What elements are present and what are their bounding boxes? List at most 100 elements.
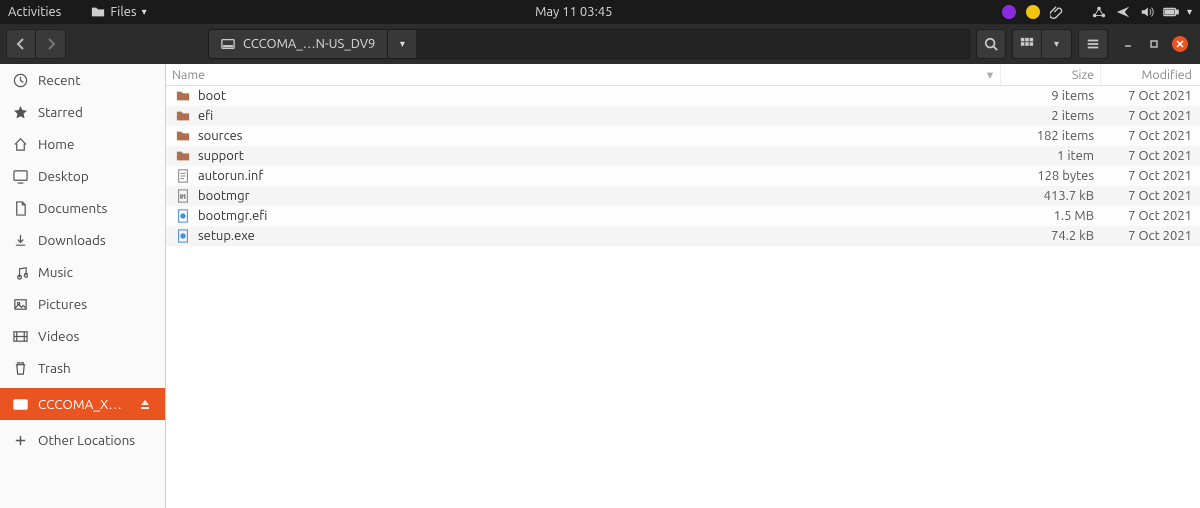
- sidebar-item-label: Other Locations: [38, 432, 153, 448]
- sort-indicator-icon[interactable]: ▾: [980, 67, 1000, 82]
- app-menu[interactable]: Files ▾: [91, 5, 146, 19]
- activities-button[interactable]: Activities: [8, 5, 61, 19]
- sidebar-item-trash[interactable]: Trash: [0, 352, 165, 384]
- file-row[interactable]: sources182 items7 Oct 2021: [166, 126, 1200, 146]
- file-size: 128 bytes: [1000, 169, 1100, 183]
- sidebar-item-label: Downloads: [38, 232, 153, 248]
- sidebar-item-other-locations[interactable]: Other Locations: [0, 424, 165, 456]
- file-modified: 7 Oct 2021: [1100, 149, 1200, 163]
- sidebar-item-mount[interactable]: CCCOMA_X6…: [0, 388, 165, 420]
- file-size: 9 items: [1000, 89, 1100, 103]
- sidebar-item-label: Home: [38, 136, 153, 152]
- sidebar-item-pictures[interactable]: Pictures: [0, 288, 165, 320]
- sidebar-item-label: Documents: [38, 200, 153, 216]
- file-modified: 7 Oct 2021: [1100, 229, 1200, 243]
- close-button[interactable]: [1172, 36, 1188, 52]
- file-modified: 7 Oct 2021: [1100, 169, 1200, 183]
- file-type-icon: [176, 229, 192, 243]
- gnome-top-panel: Activities Files ▾ May 11 03:45 ▾: [0, 0, 1200, 24]
- forward-button[interactable]: [36, 29, 66, 59]
- file-size: 1 item: [1000, 149, 1100, 163]
- file-size: 2 items: [1000, 109, 1100, 123]
- desktop-icon: [12, 168, 28, 184]
- sidebar-item-downloads[interactable]: Downloads: [0, 224, 165, 256]
- sidebar-item-videos[interactable]: Videos: [0, 320, 165, 352]
- file-modified: 7 Oct 2021: [1100, 109, 1200, 123]
- file-row[interactable]: support1 item7 Oct 2021: [166, 146, 1200, 166]
- plus-icon: [12, 432, 28, 448]
- music-icon: [12, 264, 28, 280]
- clock-icon: [12, 72, 28, 88]
- file-name: setup.exe: [198, 229, 1000, 243]
- sidebar-item-starred[interactable]: Starred: [0, 96, 165, 128]
- column-headers: Name ▾ Size Modified: [166, 64, 1200, 86]
- file-row[interactable]: boot9 items7 Oct 2021: [166, 86, 1200, 106]
- column-header-name[interactable]: Name: [166, 68, 980, 82]
- sidebar-item-label: Trash: [38, 360, 153, 376]
- attachment-icon[interactable]: [1049, 4, 1065, 20]
- window-header-bar: CCCOMA_…N-US_DV9 ▾ ▾: [0, 24, 1200, 64]
- file-size: 1.5 MB: [1000, 209, 1100, 223]
- video-icon: [12, 328, 28, 344]
- sidebar-item-desktop[interactable]: Desktop: [0, 160, 165, 192]
- view-options-dropdown[interactable]: ▾: [1042, 29, 1072, 59]
- picture-icon: [12, 296, 28, 312]
- file-name: boot: [198, 89, 1000, 103]
- sidebar-item-label: Desktop: [38, 168, 153, 184]
- clock[interactable]: May 11 03:45: [147, 5, 1001, 19]
- svg-text:01: 01: [180, 194, 186, 200]
- location-bar[interactable]: CCCOMA_…N-US_DV9 ▾: [208, 29, 970, 59]
- file-name: efi: [198, 109, 1000, 123]
- drive-icon: [12, 396, 28, 412]
- sidebar-item-label: Videos: [38, 328, 153, 344]
- path-segment-label: CCCOMA_…N-US_DV9: [243, 37, 375, 51]
- app-menu-label: Files: [110, 5, 136, 19]
- network-icon[interactable]: [1091, 4, 1107, 20]
- view-grid-button[interactable]: [1012, 29, 1042, 59]
- tray-app-icon-2[interactable]: [1025, 4, 1041, 20]
- file-size: 413.7 kB: [1000, 189, 1100, 203]
- file-size: 182 items: [1000, 129, 1100, 143]
- file-row[interactable]: autorun.inf128 bytes7 Oct 2021: [166, 166, 1200, 186]
- file-row[interactable]: bootmgr.efi1.5 MB7 Oct 2021: [166, 206, 1200, 226]
- sidebar-item-documents[interactable]: Documents: [0, 192, 165, 224]
- sidebar-item-music[interactable]: Music: [0, 256, 165, 288]
- airplane-icon[interactable]: [1115, 4, 1131, 20]
- path-dropdown[interactable]: ▾: [388, 30, 416, 58]
- eject-icon[interactable]: [139, 398, 153, 410]
- home-icon: [12, 136, 28, 152]
- file-list-view: Name ▾ Size Modified boot9 items7 Oct 20…: [166, 64, 1200, 508]
- back-button[interactable]: [6, 29, 36, 59]
- file-name: support: [198, 149, 1000, 163]
- column-header-modified[interactable]: Modified: [1100, 64, 1200, 85]
- file-row[interactable]: efi2 items7 Oct 2021: [166, 106, 1200, 126]
- column-header-size[interactable]: Size: [1000, 64, 1100, 85]
- system-menu-chevron-icon[interactable]: ▾: [1187, 6, 1192, 18]
- search-button[interactable]: [976, 29, 1006, 59]
- sidebar-item-recent[interactable]: Recent: [0, 64, 165, 96]
- maximize-button[interactable]: [1146, 36, 1162, 52]
- minimize-button[interactable]: [1120, 36, 1136, 52]
- chevron-down-icon: ▾: [400, 38, 405, 50]
- battery-icon[interactable]: [1163, 4, 1179, 20]
- file-row[interactable]: 01bootmgr413.7 kB7 Oct 2021: [166, 186, 1200, 206]
- file-row[interactable]: setup.exe74.2 kB7 Oct 2021: [166, 226, 1200, 246]
- sidebar-item-label: Starred: [38, 104, 153, 120]
- download-icon: [12, 232, 28, 248]
- sidebar-item-home[interactable]: Home: [0, 128, 165, 160]
- volume-icon[interactable]: [1139, 4, 1155, 20]
- tray-app-icon-1[interactable]: [1001, 4, 1017, 20]
- file-modified: 7 Oct 2021: [1100, 129, 1200, 143]
- file-type-icon: [176, 209, 192, 223]
- hamburger-menu-button[interactable]: [1078, 29, 1108, 59]
- file-type-icon: [176, 169, 192, 183]
- folder-icon: [91, 5, 105, 19]
- file-type-icon: 01: [176, 189, 192, 203]
- file-modified: 7 Oct 2021: [1100, 189, 1200, 203]
- star-icon: [12, 104, 28, 120]
- file-name: autorun.inf: [198, 169, 1000, 183]
- path-segment-drive[interactable]: CCCOMA_…N-US_DV9: [209, 30, 388, 58]
- chevron-down-icon: ▾: [1054, 38, 1059, 50]
- file-name: sources: [198, 129, 1000, 143]
- drive-icon: [221, 37, 235, 51]
